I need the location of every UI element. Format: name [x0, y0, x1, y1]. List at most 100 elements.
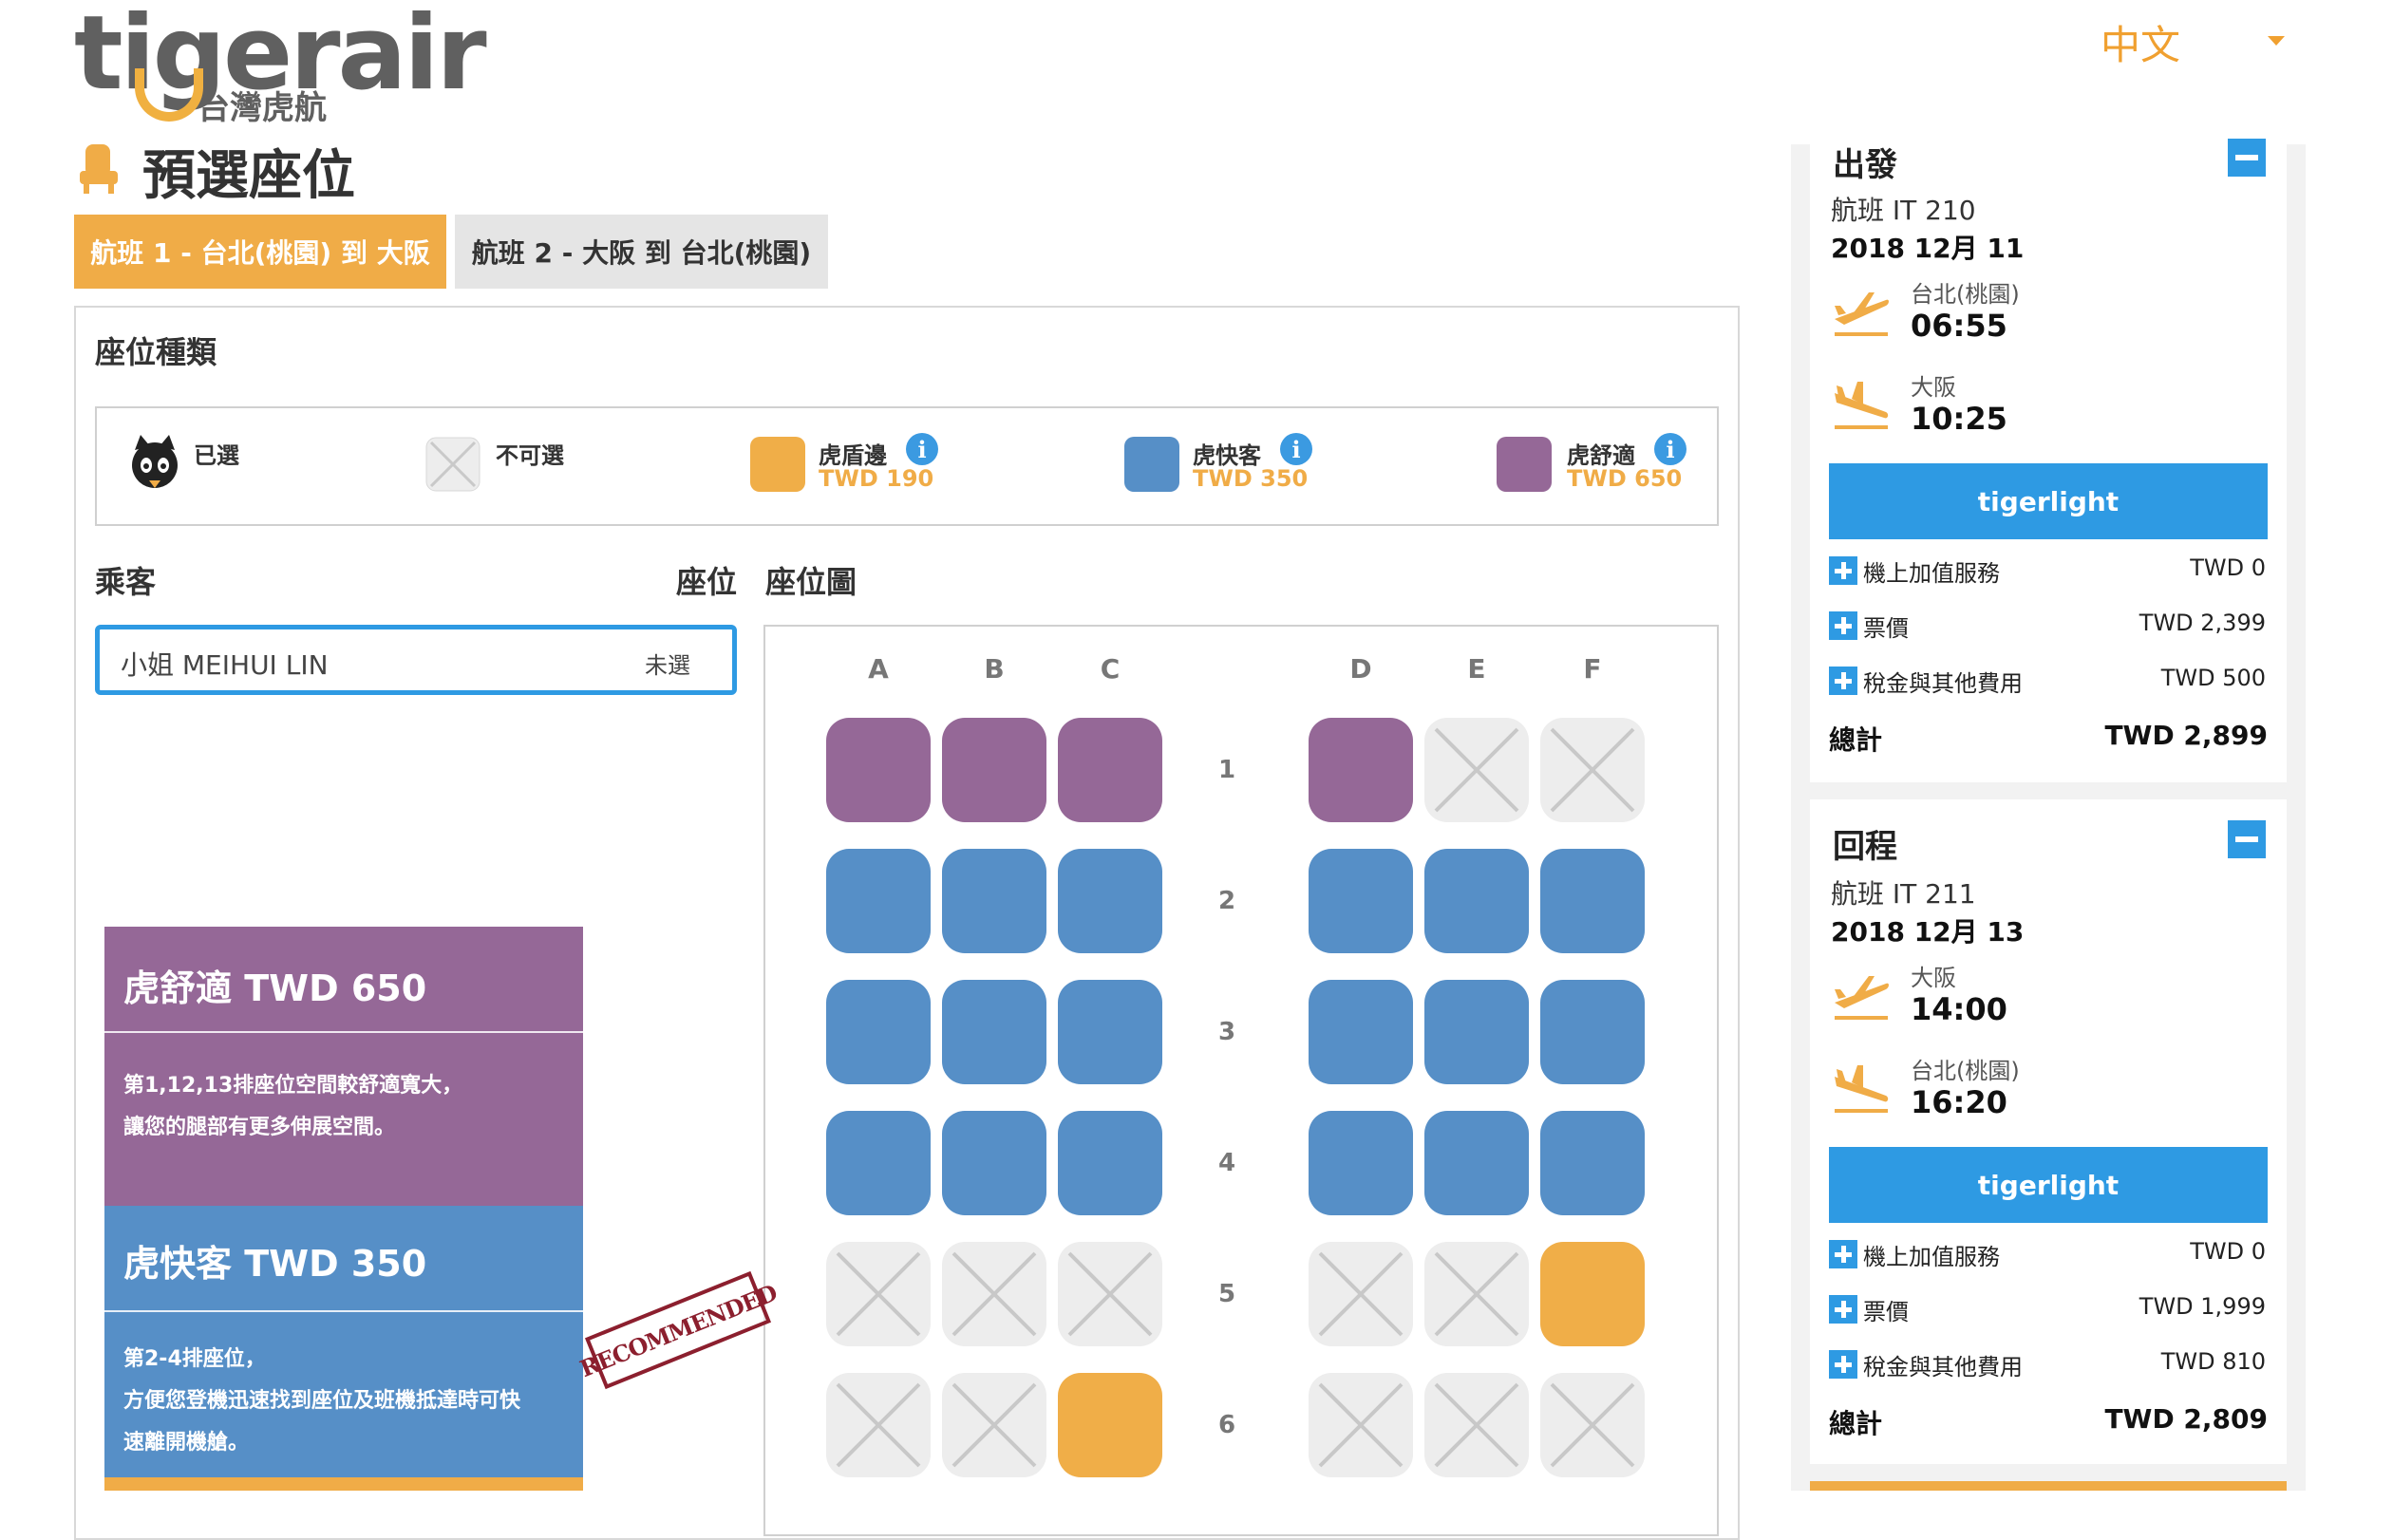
collapse-button[interactable]: [2228, 820, 2266, 858]
page-title: 預選座位: [142, 145, 355, 207]
seat-purple[interactable]: [1058, 718, 1162, 822]
plus-icon[interactable]: [1829, 611, 1857, 640]
seat-blue[interactable]: [1424, 1111, 1529, 1215]
seat-blue[interactable]: [1309, 1111, 1413, 1215]
seat-column-label: C: [1100, 653, 1121, 685]
seat-legend: 已選 不可選 虎盾邊 TWD 190 i 虎快客 TWD 350 i 虎舒適 T…: [95, 406, 1719, 526]
seat-icon: [80, 144, 118, 194]
seat-blue[interactable]: [826, 849, 931, 953]
seat-row-number: 6: [1217, 1411, 1236, 1439]
summary-title: 回程: [1833, 828, 1897, 866]
unavailable-seat: [1058, 1242, 1162, 1346]
seat-row-number: 5: [1217, 1280, 1236, 1308]
from-city: 台北(桃園): [1911, 281, 2020, 308]
fee-label: 票價: [1863, 615, 1909, 642]
fee-value: TWD 810: [2160, 1348, 2266, 1375]
seat-blue[interactable]: [942, 980, 1046, 1084]
seat-purple[interactable]: [1309, 718, 1413, 822]
total-label: 總計: [1829, 724, 1883, 756]
departure-summary: 出發 航班 IT 210 2018 12月 11 台北(桃園) 06:55 大阪…: [1810, 139, 2287, 782]
seat-orange[interactable]: [1540, 1242, 1645, 1346]
seat-blue[interactable]: [1058, 980, 1162, 1084]
card-text: 方便您登機迅速找到座位及班機抵達時可快: [123, 1389, 521, 1413]
x-icon: [952, 1251, 1037, 1337]
card-title: 虎舒適 TWD 650: [123, 967, 427, 1009]
plus-icon[interactable]: [1829, 1350, 1857, 1379]
fee-label: 機上加值服務: [1863, 1244, 2000, 1270]
fee-value: TWD 2,399: [2139, 610, 2266, 636]
seat-blue[interactable]: [942, 1111, 1046, 1215]
language-select[interactable]: 中文: [2101, 13, 2180, 71]
takeoff-icon: [1835, 292, 1889, 336]
unavailable-seat: [1424, 1373, 1529, 1477]
from-city: 大阪: [1911, 965, 1956, 991]
logo-subtitle: 台灣虎航: [198, 89, 327, 127]
unavailable-seat: [826, 1242, 931, 1346]
to-city: 大阪: [1911, 374, 1956, 401]
seat-purple[interactable]: [942, 718, 1046, 822]
fee-row[interactable]: 機上加值服務 TWD 0: [1829, 553, 2266, 591]
total-label: 總計: [1829, 1408, 1883, 1439]
summary-title: 出發: [1833, 146, 1897, 184]
tab-flight-1[interactable]: 航班 1 - 台北(桃園) 到 大阪: [74, 215, 446, 289]
plus-icon[interactable]: [1829, 1240, 1857, 1268]
passenger-row[interactable]: 小姐 MEIHUI LIN 未選: [95, 625, 737, 695]
seat-blue[interactable]: [1424, 849, 1529, 953]
fee-value: TWD 500: [2160, 665, 2266, 691]
seat-blue[interactable]: [942, 849, 1046, 953]
seat-blue[interactable]: [1058, 849, 1162, 953]
divider: [104, 1310, 583, 1312]
total-value: TWD 2,899: [2104, 720, 2268, 751]
seat-column-label: D: [1349, 653, 1372, 685]
info-icon[interactable]: i: [1280, 433, 1312, 465]
fee-value: TWD 0: [2190, 1238, 2266, 1265]
passenger-seat-status: 未選: [645, 652, 690, 679]
seat-blue[interactable]: [1309, 980, 1413, 1084]
fee-row[interactable]: 票價 TWD 1,999: [1829, 1291, 2266, 1329]
seat-purple[interactable]: [826, 718, 931, 822]
unavailable-seat: [1540, 1373, 1645, 1477]
unavailable-seat: [1309, 1373, 1413, 1477]
plus-icon[interactable]: [1829, 556, 1857, 585]
legend-type-price: TWD 650: [1567, 465, 1683, 492]
seat-types-heading: 座位種類: [95, 334, 217, 370]
info-icon[interactable]: i: [1654, 433, 1686, 465]
legend-swatch-comfort: [1497, 437, 1552, 492]
sidebar-footer-bar: [1810, 1481, 2287, 1491]
flight-date: 2018 12月 13: [1831, 916, 2025, 948]
seat-blue[interactable]: [1058, 1111, 1162, 1215]
plus-icon[interactable]: [1829, 1295, 1857, 1324]
legend-type-price: TWD 190: [819, 465, 934, 492]
plus-icon[interactable]: [1829, 667, 1857, 695]
seat-blue[interactable]: [1424, 980, 1529, 1084]
tab-flight-2[interactable]: 航班 2 - 大阪 到 台北(桃園): [455, 215, 828, 289]
fee-row[interactable]: 機上加值服務 TWD 0: [1829, 1236, 2266, 1274]
x-icon: [1434, 1382, 1519, 1468]
seat-blue[interactable]: [826, 980, 931, 1084]
collapse-button[interactable]: [2228, 139, 2266, 177]
info-icon[interactable]: i: [906, 433, 938, 465]
seat-blue[interactable]: [1309, 849, 1413, 953]
seat-blue[interactable]: [1540, 980, 1645, 1084]
seat-blue[interactable]: [826, 1111, 931, 1215]
unavailable-seat: [1309, 1242, 1413, 1346]
x-icon: [836, 1382, 921, 1468]
x-icon: [1067, 1251, 1153, 1337]
card-title: 虎快客 TWD 350: [123, 1243, 427, 1285]
logo-smile-icon: [135, 68, 203, 122]
seat-row-number: 4: [1217, 1149, 1236, 1177]
chevron-down-icon[interactable]: [2268, 36, 2285, 46]
fee-row[interactable]: 稅金與其他費用 TWD 500: [1829, 663, 2266, 701]
depart-time: 06:55: [1911, 308, 2007, 344]
passenger-name: 小姐 MEIHUI LIN: [121, 649, 329, 681]
unavailable-seat: [1540, 718, 1645, 822]
seat-column-label: E: [1467, 653, 1486, 685]
x-icon: [1318, 1251, 1404, 1337]
fare-type: tigerlight: [1829, 1147, 2268, 1223]
legend-selected-label: 已選: [194, 442, 239, 469]
seat-orange[interactable]: [1058, 1373, 1162, 1477]
seat-blue[interactable]: [1540, 1111, 1645, 1215]
seat-blue[interactable]: [1540, 849, 1645, 953]
fee-row[interactable]: 票價 TWD 2,399: [1829, 608, 2266, 646]
fee-row[interactable]: 稅金與其他費用 TWD 810: [1829, 1346, 2266, 1384]
